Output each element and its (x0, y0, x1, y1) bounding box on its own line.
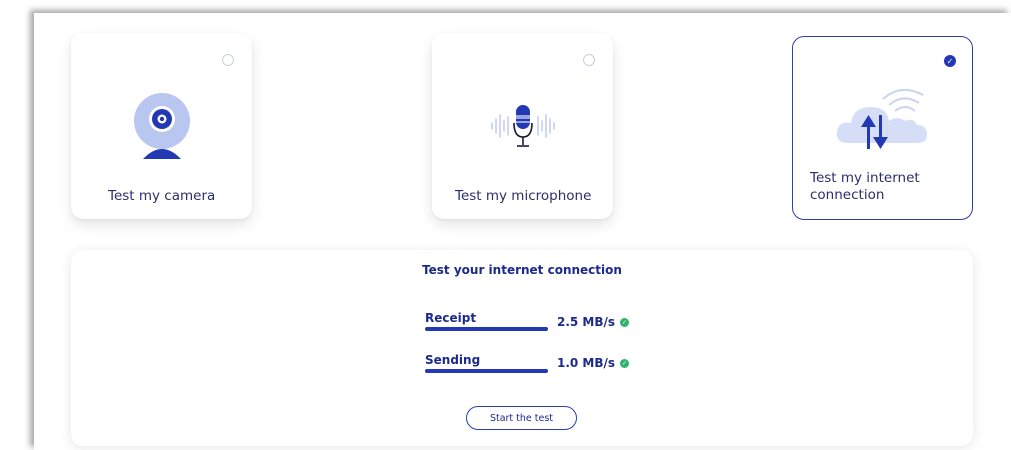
panel-title: Test your internet connection (422, 263, 622, 277)
internet-radio-checked[interactable]: ✓ (944, 55, 956, 67)
receipt-label: Receipt (425, 311, 477, 325)
receipt-progress-bar (425, 327, 548, 331)
cloud-upload-download-icon (836, 88, 927, 149)
sending-speed: 1.0 MB/s (557, 356, 616, 370)
sending-progress-bar (425, 369, 548, 373)
microphone-radio[interactable] (583, 54, 595, 66)
webcam-icon (134, 93, 190, 159)
microphone-test-card[interactable]: Test my microphone (432, 33, 613, 219)
internet-card-label-line1: Test my internet (810, 170, 920, 186)
receipt-value: 2.5 MB/s ✓ (557, 315, 630, 329)
microphone-icon (491, 105, 555, 147)
camera-card-label: Test my camera (108, 188, 216, 204)
microphone-card-label: Test my microphone (455, 188, 592, 204)
internet-card-label-line2: connection (810, 187, 885, 203)
check-icon: ✓ (620, 358, 630, 368)
camera-radio[interactable] (222, 54, 234, 66)
sending-value: 1.0 MB/s ✓ (557, 356, 630, 370)
check-icon: ✓ (620, 317, 630, 327)
start-test-button[interactable]: Start the test (466, 406, 577, 430)
sending-label: Sending (425, 353, 481, 367)
internet-test-panel: Test your internet connection Receipt 2.… (71, 250, 973, 446)
internet-test-card[interactable]: ✓ Test my internet connection (792, 36, 973, 220)
receipt-speed: 2.5 MB/s (557, 315, 616, 329)
camera-test-card[interactable]: Test my camera (71, 33, 252, 219)
